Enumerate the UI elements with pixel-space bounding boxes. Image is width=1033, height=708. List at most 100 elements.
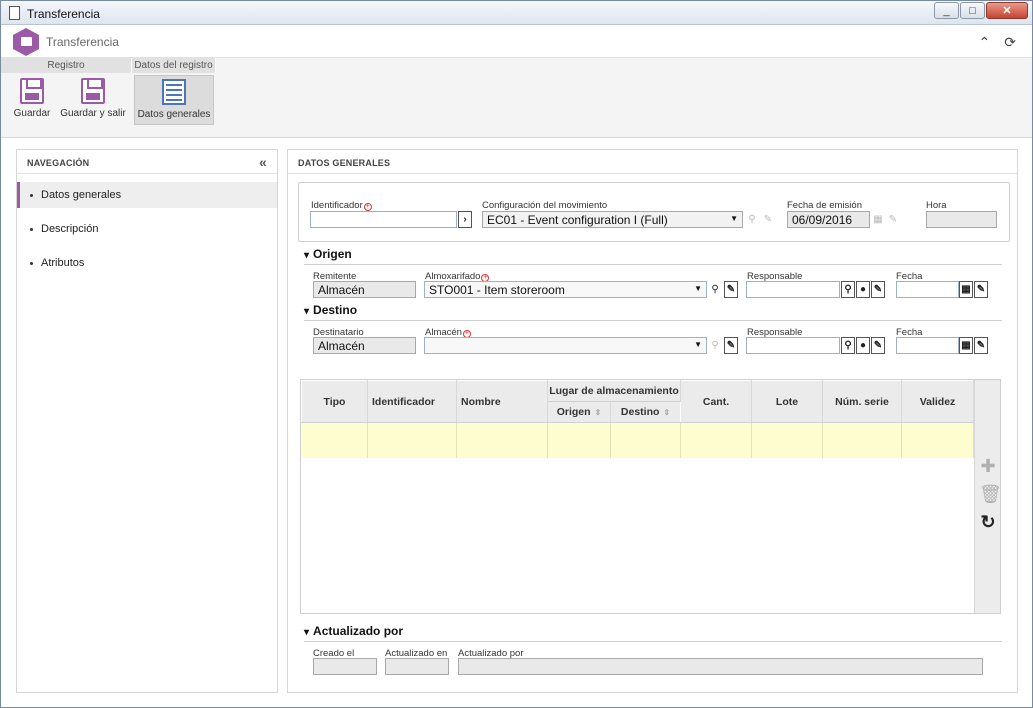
- calendar-icon[interactable]: ▦: [959, 337, 973, 354]
- window-title: Transferencia: [27, 7, 100, 21]
- nav-item-datos-generales[interactable]: Datos generales: [17, 182, 277, 208]
- navigate-arrow-button[interactable]: ›: [458, 211, 472, 228]
- column-header-destino[interactable]: Destino ⇕: [610, 401, 681, 423]
- ribbon-group-label: Datos del registro: [132, 58, 216, 73]
- binoculars-icon: ⚲: [711, 340, 719, 351]
- clear-button[interactable]: ✎: [871, 281, 885, 298]
- clear-button[interactable]: ✎: [871, 337, 885, 354]
- actualizado-por-input: [458, 658, 983, 675]
- save-label: Guardar: [13, 108, 51, 119]
- origen-section-title[interactable]: Origen: [304, 247, 352, 261]
- save-and-exit-button[interactable]: Guardar y salir: [59, 75, 127, 125]
- window-titlebar: Transferencia _ □ ✕: [1, 1, 1032, 25]
- nav-item-descripcion[interactable]: Descripción: [17, 216, 277, 242]
- clear-icon: ✎: [888, 214, 898, 225]
- navigation-title: NAVEGACIÓN: [27, 158, 90, 168]
- calendar-icon[interactable]: ▦: [959, 281, 973, 298]
- navigation-panel: NAVEGACIÓN « Datos generales Descripción…: [16, 149, 278, 693]
- identificador-input[interactable]: [310, 211, 457, 228]
- clear-button[interactable]: ✎: [724, 337, 738, 354]
- fecha-input[interactable]: [896, 281, 959, 298]
- search-icon[interactable]: ⚲: [841, 337, 855, 354]
- column-header-origen[interactable]: Origen ⇕: [547, 401, 611, 423]
- items-grid: Tipo Identificador Nombre Lugar de almac…: [300, 379, 1002, 614]
- required-icon: +: [363, 203, 372, 211]
- minimize-button[interactable]: _: [934, 2, 959, 19]
- search-icon[interactable]: ⚲: [841, 281, 855, 298]
- app-header: Transferencia ⌃ ⟳: [1, 26, 1032, 58]
- collapse-panel-icon[interactable]: «: [259, 154, 267, 170]
- grid-toolbar: ✚ 🗑 ↻: [974, 380, 1002, 613]
- clear-button[interactable]: ✎: [974, 281, 988, 298]
- ribbon-toolbar: Registro Guardar Guardar y salir Datos d…: [1, 58, 1032, 138]
- clear-button[interactable]: ✎: [974, 337, 988, 354]
- config-select[interactable]: EC01 - Event configuration I (Full) ▼: [482, 211, 743, 228]
- column-header[interactable]: Nombre: [456, 380, 548, 423]
- items-table: Tipo Identificador Nombre Lugar de almac…: [301, 380, 974, 458]
- nav-item-atributos[interactable]: Atributos: [17, 250, 277, 276]
- responsable-input[interactable]: [746, 281, 840, 298]
- main-panel: DATOS GENERALES Identificador + › Configu…: [287, 149, 1018, 693]
- ribbon-group-registro: Registro Guardar Guardar y salir: [1, 58, 132, 138]
- actualizado-en-input: [385, 658, 449, 675]
- divider: [304, 264, 1002, 265]
- navigation-header: NAVEGACIÓN «: [17, 150, 277, 174]
- destino-section-title[interactable]: Destino: [304, 303, 357, 317]
- column-header[interactable]: Tipo: [301, 380, 368, 423]
- save-exit-icon: [81, 78, 105, 104]
- remitente-input: Almacén: [313, 281, 416, 298]
- refresh-icon[interactable]: ⟳: [1004, 34, 1016, 51]
- identificador-label: Identificador +: [311, 200, 372, 211]
- save-exit-label: Guardar y salir: [60, 108, 126, 119]
- ribbon-group-datos: Datos del registro Datos generales: [132, 58, 216, 138]
- save-button[interactable]: Guardar: [11, 75, 53, 125]
- main-title: DATOS GENERALES: [298, 158, 391, 168]
- chevron-down-icon: ▼: [694, 284, 702, 293]
- column-header[interactable]: Cant.: [680, 380, 752, 423]
- config-label: Configuración del movimiento: [482, 200, 608, 211]
- collapse-up-icon[interactable]: ⌃: [979, 34, 991, 51]
- save-icon: [20, 78, 44, 104]
- trash-icon[interactable]: 🗑: [979, 484, 1002, 505]
- table-row[interactable]: [301, 422, 974, 458]
- document-icon: [9, 6, 20, 20]
- form-icon: [162, 79, 186, 105]
- clear-icon: ✎: [763, 214, 773, 225]
- hora-label: Hora: [926, 200, 947, 211]
- general-data-button[interactable]: Datos generales: [134, 75, 214, 125]
- binoculars-icon[interactable]: ⚲: [708, 281, 722, 298]
- column-header[interactable]: Lote: [751, 380, 823, 423]
- top-fields-box: Identificador + › Configuración del movim…: [298, 182, 1010, 242]
- actualizado-section-title[interactable]: Actualizado por: [304, 624, 403, 638]
- calendar-icon: ▦: [873, 214, 883, 225]
- almacen-select[interactable]: ▼: [424, 337, 707, 354]
- refresh-icon[interactable]: ↻: [979, 512, 997, 533]
- general-data-label: Datos generales: [137, 109, 211, 120]
- chevron-down-icon: ▼: [694, 340, 702, 349]
- column-header[interactable]: Núm. serie: [822, 380, 902, 423]
- maximize-button[interactable]: □: [960, 2, 985, 19]
- column-header[interactable]: Validez: [901, 380, 974, 423]
- column-header[interactable]: Identificador: [367, 380, 457, 423]
- app-title: Transferencia: [46, 35, 119, 49]
- chevron-down-icon: ▼: [730, 214, 738, 223]
- binoculars-icon: ⚲: [748, 214, 756, 225]
- clear-button[interactable]: ✎: [724, 281, 738, 298]
- fecha-input[interactable]: [896, 337, 959, 354]
- close-button[interactable]: ✕: [986, 2, 1028, 19]
- sort-icon: ⇕: [594, 408, 602, 417]
- app-logo-icon: [13, 28, 39, 56]
- column-header: Lugar de almacenamiento: [547, 380, 681, 402]
- divider: [304, 641, 1002, 642]
- user-icon[interactable]: ●: [856, 281, 870, 298]
- almox-select[interactable]: STO001 - Item storeroom ▼: [424, 281, 707, 298]
- hora-input: [926, 211, 997, 228]
- fecha-emision-input: 06/09/2016: [787, 211, 870, 228]
- ribbon-group-label: Registro: [1, 58, 132, 73]
- responsable-input[interactable]: [746, 337, 840, 354]
- destinatario-input: Almacén: [313, 337, 416, 354]
- add-icon[interactable]: ✚: [979, 456, 997, 477]
- user-icon[interactable]: ●: [856, 337, 870, 354]
- fecha-emision-label: Fecha de emisión: [787, 200, 862, 211]
- creado-input: [313, 658, 377, 675]
